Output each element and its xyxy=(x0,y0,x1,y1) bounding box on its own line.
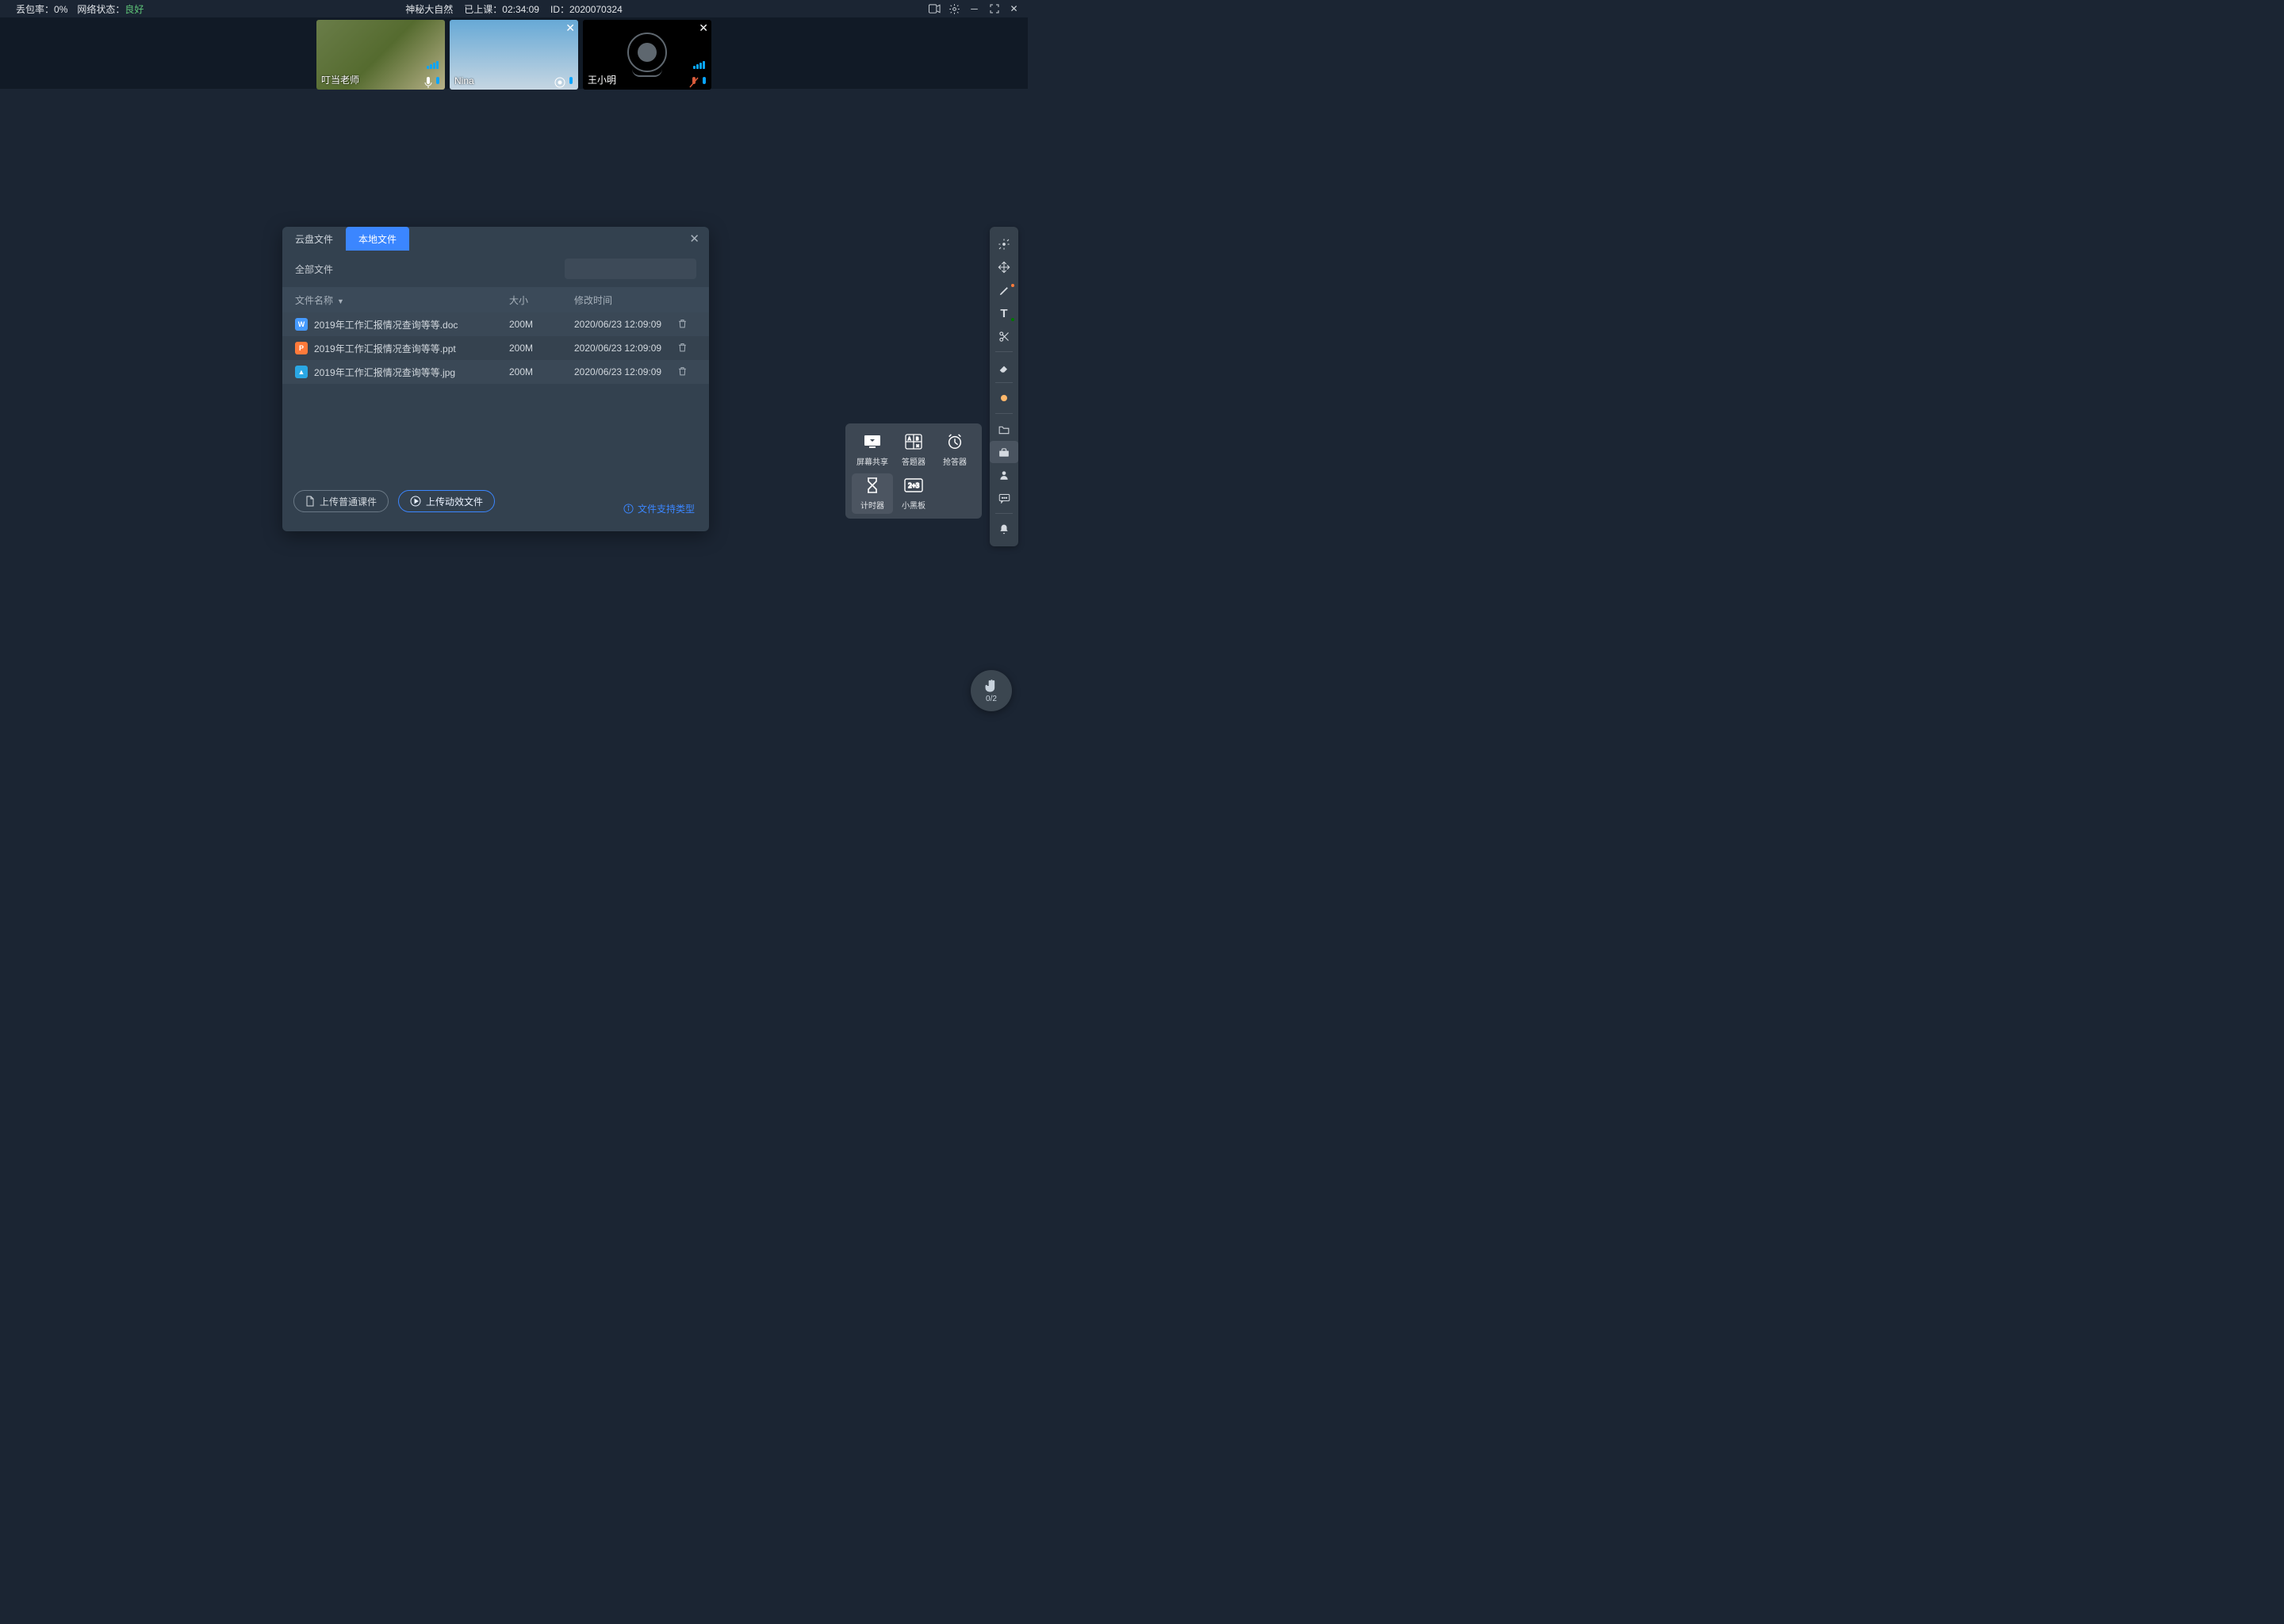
eraser-icon[interactable] xyxy=(990,356,1018,378)
col-size[interactable]: 大小 xyxy=(509,293,574,307)
chat-icon[interactable] xyxy=(990,487,1018,509)
dialog-footer: 上传普通课件 上传动效文件 文件支持类型 xyxy=(282,471,709,531)
file-table-header: 文件名称 大小 修改时间 xyxy=(282,287,709,312)
buzzer-icon xyxy=(944,433,966,450)
network-status: 网络状态：良好 xyxy=(77,2,144,16)
participant-name: 叮当老师 xyxy=(321,73,359,86)
move-icon[interactable] xyxy=(990,256,1018,278)
video-tile-student[interactable]: ✕ 王小明 xyxy=(583,20,711,90)
tile-close-icon[interactable]: ✕ xyxy=(699,21,708,35)
hand-icon xyxy=(983,678,999,694)
buzzer-tool[interactable]: 抢答器 xyxy=(936,433,974,467)
file-mtime: 2020/06/23 12:09:09 xyxy=(574,343,668,354)
file-mtime: 2020/06/23 12:09:09 xyxy=(574,319,668,330)
raise-hand-button[interactable]: 0/2 xyxy=(971,670,1012,711)
file-type-icon: ▲ xyxy=(295,366,308,378)
blackboard-icon: 2+3 xyxy=(902,477,925,494)
scissors-icon[interactable] xyxy=(990,325,1018,347)
upload-animation-button[interactable]: 上传动效文件 xyxy=(398,490,495,512)
tab-cloud-files[interactable]: 云盘文件 xyxy=(282,227,346,251)
settings-icon[interactable] xyxy=(948,3,960,15)
participant-video-strip: 叮当老师 ✕ Nina ✕ 王小明 xyxy=(0,17,1028,89)
timer-tool[interactable]: 计时器 xyxy=(852,473,893,514)
video-tile-teacher[interactable]: 叮当老师 xyxy=(316,20,445,90)
file-name: 2019年工作汇报情况查询等等.ppt xyxy=(314,342,456,355)
answer-icon: AB ✕ xyxy=(902,433,925,450)
info-icon xyxy=(623,504,634,514)
mic-icon xyxy=(424,77,442,88)
video-tile-student[interactable]: ✕ Nina xyxy=(450,20,578,90)
col-mtime[interactable]: 修改时间 xyxy=(574,293,668,307)
search-input[interactable] xyxy=(565,259,696,279)
camera-icon[interactable] xyxy=(929,3,941,15)
svg-text:2+3: 2+3 xyxy=(908,482,920,489)
file-type-icon: P xyxy=(295,342,308,354)
play-icon xyxy=(410,496,421,507)
file-size: 200M xyxy=(509,319,574,330)
tile-close-icon[interactable]: ✕ xyxy=(565,21,575,35)
right-toolbar: T xyxy=(990,227,1018,546)
file-type-icon: W xyxy=(295,318,308,331)
room-title: 神秘大自然 xyxy=(405,2,453,16)
upload-normal-button[interactable]: 上传普通课件 xyxy=(293,490,389,512)
screen-share-icon xyxy=(861,433,883,450)
tab-local-files[interactable]: 本地文件 xyxy=(346,227,409,251)
participant-name: Nina xyxy=(454,75,474,86)
hand-count: 0/2 xyxy=(986,695,997,703)
svg-text:A: A xyxy=(908,437,911,442)
table-row[interactable]: W 2019年工作汇报情况查询等等.doc 200M2020/06/23 12:09… xyxy=(282,312,709,336)
file-name: 2019年工作汇报情况查询等等.jpg xyxy=(314,366,455,379)
top-status-bar: 丢包率：0% 网络状态：良好 神秘大自然 已上课：02:34:09 ID：202… xyxy=(0,0,1028,17)
delete-icon[interactable] xyxy=(668,366,696,379)
delete-icon[interactable] xyxy=(668,342,696,355)
maximize-icon[interactable] xyxy=(988,3,1000,15)
pen-icon[interactable] xyxy=(990,279,1018,301)
dialog-close-icon[interactable]: ✕ xyxy=(689,232,699,246)
class-time: 已上课：02:34:09 xyxy=(464,2,539,16)
file-size: 200M xyxy=(509,343,574,354)
supported-types-link[interactable]: 文件支持类型 xyxy=(623,502,695,515)
answer-tool[interactable]: AB✕ 答题器 xyxy=(895,433,933,467)
text-icon[interactable]: T xyxy=(990,302,1018,324)
svg-text:B: B xyxy=(916,437,919,442)
svg-text:✕: ✕ xyxy=(916,444,919,449)
table-row[interactable]: ▲ 2019年工作汇报情况查询等等.jpg 200M2020/06/23 12:09… xyxy=(282,360,709,384)
dialog-tabs: 云盘文件 本地文件 ✕ xyxy=(282,227,709,251)
minimize-icon[interactable]: ─ xyxy=(968,3,980,15)
bell-icon[interactable] xyxy=(990,518,1018,540)
participant-name: 王小明 xyxy=(588,73,616,86)
mic-muted-icon xyxy=(689,77,708,88)
toolbox-icon[interactable] xyxy=(990,441,1018,463)
packet-loss-label: 丢包率：0% xyxy=(16,2,67,16)
file-name: 2019年工作汇报情况查询等等.doc xyxy=(314,318,458,331)
folder-icon[interactable] xyxy=(990,418,1018,440)
teach-tools-panel: 屏幕共享 AB✕ 答题器 抢答器 计时器 2+3 小黑板 xyxy=(845,423,982,519)
screen-share-tool[interactable]: 屏幕共享 xyxy=(853,433,891,467)
file-mtime: 2020/06/23 12:09:09 xyxy=(574,366,668,377)
close-icon[interactable]: ✕ xyxy=(1008,3,1020,15)
timer-icon xyxy=(861,477,883,494)
file-picker-dialog: 云盘文件 本地文件 ✕ 全部文件 文件名称 大小 修改时间 W 2019年工作汇报… xyxy=(282,227,709,531)
room-id: ID：2020070324 xyxy=(550,2,623,16)
col-name[interactable]: 文件名称 xyxy=(295,293,509,307)
camera-off-icon xyxy=(627,33,667,77)
table-row[interactable]: P 2019年工作汇报情况查询等等.ppt 200M2020/06/23 12:09… xyxy=(282,336,709,360)
color-dot-icon[interactable] xyxy=(990,387,1018,409)
document-icon xyxy=(305,496,315,507)
blackboard-tool[interactable]: 2+3 小黑板 xyxy=(895,477,933,511)
laser-pointer-icon[interactable] xyxy=(990,233,1018,255)
file-size: 200M xyxy=(509,366,574,377)
delete-icon[interactable] xyxy=(668,318,696,331)
search-field[interactable] xyxy=(576,263,699,274)
user-icon[interactable] xyxy=(990,464,1018,486)
mic-icon xyxy=(554,77,575,88)
all-files-label: 全部文件 xyxy=(295,262,333,276)
